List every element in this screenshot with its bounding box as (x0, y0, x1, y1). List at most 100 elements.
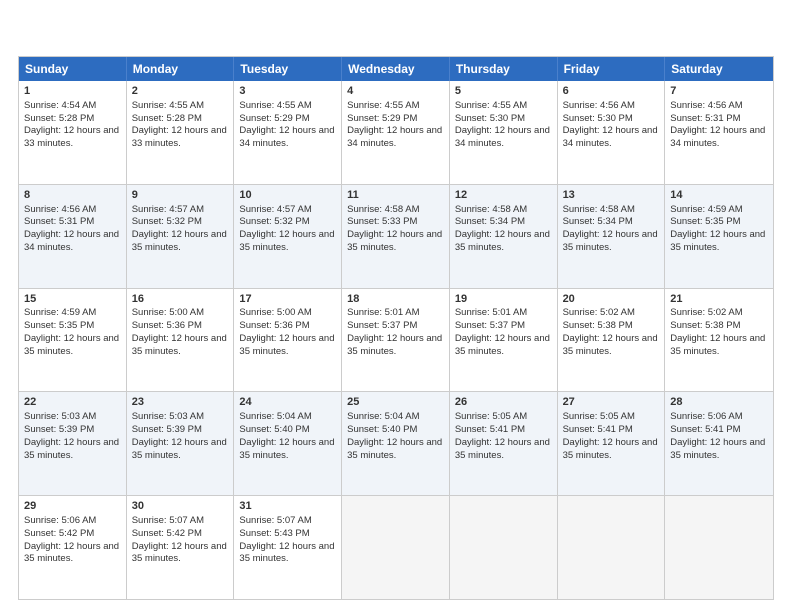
day-number: 3 (239, 84, 336, 99)
sunset: Sunset: 5:36 PM (239, 320, 309, 331)
day-cell-14: 14Sunrise: 4:59 AMSunset: 5:35 PMDayligh… (665, 185, 773, 288)
sunset: Sunset: 5:40 PM (347, 424, 417, 435)
daylight: Daylight: 12 hours and 35 minutes. (455, 333, 550, 357)
cal-row-4: 29Sunrise: 5:06 AMSunset: 5:42 PMDayligh… (19, 495, 773, 599)
day-number: 18 (347, 292, 444, 307)
sunset: Sunset: 5:30 PM (455, 113, 525, 124)
calendar: SundayMondayTuesdayWednesdayThursdayFrid… (18, 56, 774, 600)
sunset: Sunset: 5:32 PM (132, 216, 202, 227)
day-number: 27 (563, 395, 660, 410)
sunset: Sunset: 5:37 PM (455, 320, 525, 331)
calendar-header: SundayMondayTuesdayWednesdayThursdayFrid… (19, 57, 773, 81)
sunrise: Sunrise: 5:04 AM (239, 411, 311, 422)
daylight: Daylight: 12 hours and 35 minutes. (670, 437, 765, 461)
sunrise: Sunrise: 5:01 AM (455, 307, 527, 318)
sunrise: Sunrise: 4:55 AM (239, 100, 311, 111)
day-number: 4 (347, 84, 444, 99)
day-cell-21: 21Sunrise: 5:02 AMSunset: 5:38 PMDayligh… (665, 289, 773, 392)
day-cell-9: 9Sunrise: 4:57 AMSunset: 5:32 PMDaylight… (127, 185, 235, 288)
sunset: Sunset: 5:41 PM (563, 424, 633, 435)
daylight: Daylight: 12 hours and 35 minutes. (24, 437, 119, 461)
header-wednesday: Wednesday (342, 57, 450, 81)
day-number: 14 (670, 188, 768, 203)
day-cell-3: 3Sunrise: 4:55 AMSunset: 5:29 PMDaylight… (234, 81, 342, 184)
day-number: 23 (132, 395, 229, 410)
day-cell-5: 5Sunrise: 4:55 AMSunset: 5:30 PMDaylight… (450, 81, 558, 184)
day-number: 13 (563, 188, 660, 203)
day-number: 25 (347, 395, 444, 410)
sunrise: Sunrise: 4:58 AM (563, 204, 635, 215)
daylight: Daylight: 12 hours and 34 minutes. (24, 229, 119, 253)
sunset: Sunset: 5:38 PM (670, 320, 740, 331)
sunset: Sunset: 5:33 PM (347, 216, 417, 227)
sunset: Sunset: 5:29 PM (347, 113, 417, 124)
daylight: Daylight: 12 hours and 35 minutes. (347, 229, 442, 253)
day-number: 12 (455, 188, 552, 203)
cal-row-1: 8Sunrise: 4:56 AMSunset: 5:31 PMDaylight… (19, 184, 773, 288)
logo-icon (18, 18, 46, 46)
day-cell-18: 18Sunrise: 5:01 AMSunset: 5:37 PMDayligh… (342, 289, 450, 392)
sunset: Sunset: 5:30 PM (563, 113, 633, 124)
day-number: 10 (239, 188, 336, 203)
daylight: Daylight: 12 hours and 35 minutes. (347, 333, 442, 357)
daylight: Daylight: 12 hours and 35 minutes. (24, 333, 119, 357)
sunrise: Sunrise: 4:56 AM (563, 100, 635, 111)
day-number: 26 (455, 395, 552, 410)
daylight: Daylight: 12 hours and 35 minutes. (239, 333, 334, 357)
daylight: Daylight: 12 hours and 35 minutes. (455, 437, 550, 461)
header-monday: Monday (127, 57, 235, 81)
empty-cell-4-5 (558, 496, 666, 599)
sunrise: Sunrise: 5:05 AM (563, 411, 635, 422)
header-friday: Friday (558, 57, 666, 81)
day-cell-19: 19Sunrise: 5:01 AM Sunset: 5:37 PM Dayligh… (450, 289, 558, 392)
sunrise: Sunrise: 4:55 AM (455, 100, 527, 111)
day-number: 24 (239, 395, 336, 410)
day-cell-2: 2Sunrise: 4:55 AMSunset: 5:28 PMDaylight… (127, 81, 235, 184)
sunset: Sunset: 5:28 PM (132, 113, 202, 124)
day-cell-13: 13Sunrise: 4:58 AMSunset: 5:34 PMDayligh… (558, 185, 666, 288)
page: SundayMondayTuesdayWednesdayThursdayFrid… (0, 0, 792, 612)
daylight: Daylight: 12 hours and 35 minutes. (670, 229, 765, 253)
sunset: Sunset: 5:35 PM (670, 216, 740, 227)
sunset: Sunset: 5:31 PM (670, 113, 740, 124)
sunrise: Sunrise: 5:02 AM (670, 307, 742, 318)
sunrise: Sunrise: 4:58 AM (455, 204, 527, 215)
day-cell-6: 6Sunrise: 4:56 AMSunset: 5:30 PMDaylight… (558, 81, 666, 184)
sunset: Sunset: 5:28 PM (24, 113, 94, 124)
day-number: 22 (24, 395, 121, 410)
day-cell-17: 17Sunrise: 5:00 AMSunset: 5:36 PMDayligh… (234, 289, 342, 392)
sunrise: Sunrise: 5:04 AM (347, 411, 419, 422)
daylight: Daylight: 12 hours and 35 minutes. (239, 437, 334, 461)
day-number: 9 (132, 188, 229, 203)
header-sunday: Sunday (19, 57, 127, 81)
day-cell-23: 23Sunrise: 5:03 AMSunset: 5:39 PMDayligh… (127, 392, 235, 495)
sunrise: Sunrise: 4:55 AM (132, 100, 204, 111)
logo (18, 18, 50, 46)
daylight: Daylight: 12 hours and 35 minutes. (132, 437, 227, 461)
sunrise: Sunrise: 4:54 AM (24, 100, 96, 111)
daylight: Daylight: 12 hours and 35 minutes. (239, 541, 334, 565)
sunrise: Sunrise: 4:57 AM (132, 204, 204, 215)
cal-row-2: 15Sunrise: 4:59 AMSunset: 5:35 PMDayligh… (19, 288, 773, 392)
header-saturday: Saturday (665, 57, 773, 81)
header (18, 18, 774, 46)
sunset: Sunset: 5:31 PM (24, 216, 94, 227)
daylight: Daylight: 12 hours and 34 minutes. (563, 125, 658, 149)
day-number: 29 (24, 499, 121, 514)
sunrise: Sunrise: 5:07 AM (239, 515, 311, 526)
day-cell-28: 28Sunrise: 5:06 AMSunset: 5:41 PMDayligh… (665, 392, 773, 495)
day-cell-20: 20Sunrise: 5:02 AMSunset: 5:38 PMDayligh… (558, 289, 666, 392)
day-number: 11 (347, 188, 444, 203)
day-number: 19 (455, 292, 552, 307)
sunset: Sunset: 5:39 PM (24, 424, 94, 435)
sunset: Sunset: 5:43 PM (239, 528, 309, 539)
day-cell-22: 22Sunrise: 5:03 AMSunset: 5:39 PMDayligh… (19, 392, 127, 495)
day-cell-24: 24Sunrise: 5:04 AMSunset: 5:40 PMDayligh… (234, 392, 342, 495)
daylight: Daylight: 12 hours and 35 minutes. (132, 333, 227, 357)
sunrise: Sunrise: 5:02 AM (563, 307, 635, 318)
day-number: 28 (670, 395, 768, 410)
day-number: 1 (24, 84, 121, 99)
sunrise: Sunrise: 5:03 AM (132, 411, 204, 422)
sunset: Sunset: 5:38 PM (563, 320, 633, 331)
day-cell-16: 16Sunrise: 5:00 AMSunset: 5:36 PMDayligh… (127, 289, 235, 392)
